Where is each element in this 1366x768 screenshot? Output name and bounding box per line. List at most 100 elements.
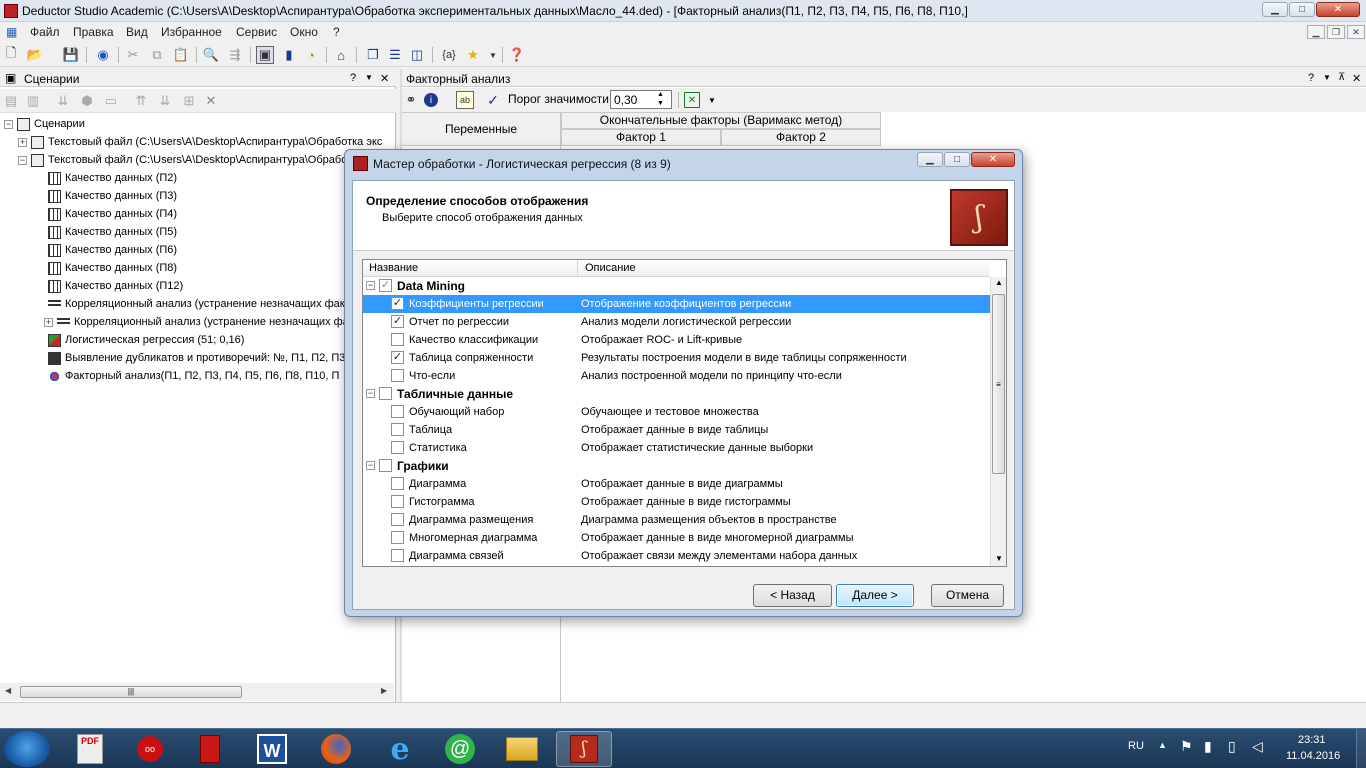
group-collapse-icon[interactable]: −	[366, 461, 375, 470]
list-item-row[interactable]: Качество классификации Отображает ROC- и …	[363, 331, 990, 349]
language-indicator[interactable]: RU	[1128, 740, 1144, 752]
row-checkbox[interactable]: ✓	[391, 315, 404, 328]
list-scroll-up-icon[interactable]: ▲	[995, 278, 1003, 287]
help-icon[interactable]: ❓	[508, 46, 526, 64]
row-checkbox[interactable]	[391, 477, 404, 490]
tree-item[interactable]: Качество данных (П5)	[4, 223, 392, 241]
group-icon[interactable]: ⊞	[180, 92, 198, 110]
list-scroll-thumb[interactable]: ≡	[992, 294, 1005, 474]
action-center-flag-icon[interactable]: ⚑	[1180, 738, 1193, 755]
pane-help-icon[interactable]: ?	[350, 72, 356, 84]
row-checkbox[interactable]	[391, 441, 404, 454]
tree-item[interactable]: + Текстовый файл (C:\Users\A\Desktop\Аспи…	[4, 133, 392, 151]
row-checkbox[interactable]: ✓	[391, 351, 404, 364]
apply-check-icon[interactable]: ✓	[484, 91, 502, 109]
clock-date[interactable]: 11.04.2016	[1286, 750, 1340, 762]
tree-item[interactable]: Качество данных (П4)	[4, 205, 392, 223]
wizard-icon[interactable]: ▤	[2, 92, 20, 110]
row-checkbox[interactable]	[391, 549, 404, 562]
threshold-spinner[interactable]: 0,30 ▲ ▼	[610, 90, 672, 109]
expand-icon[interactable]: +	[44, 317, 53, 327]
factor1-column-header[interactable]: Фактор 1	[561, 129, 721, 146]
list-item-row[interactable]: Обучающий набор Обучающее и тестовое множ…	[363, 403, 990, 421]
dialog-minimize-button[interactable]: ▁	[917, 152, 943, 167]
tray-expand-icon[interactable]: ▲	[1158, 740, 1167, 750]
firefox-taskbar-button[interactable]	[308, 731, 364, 767]
tile-horizontal-icon[interactable]: ☰	[386, 46, 404, 64]
scroll-right-icon[interactable]: ▶	[381, 686, 387, 695]
row-checkbox[interactable]	[379, 459, 392, 472]
tree-item[interactable]: − Сценарии	[4, 115, 392, 133]
red-app-taskbar-button[interactable]: oo	[122, 731, 178, 767]
next-button[interactable]: Далее >	[836, 584, 914, 607]
tree-item[interactable]: Качество данных (П2)	[4, 169, 392, 187]
deductor-taskbar-button[interactable]: ʃ	[556, 731, 612, 767]
dialog-close-button[interactable]: ✕	[971, 152, 1015, 167]
spinner-up-icon[interactable]: ▲	[657, 91, 664, 99]
text-format-icon[interactable]: ab	[456, 91, 474, 109]
volume-icon[interactable]: ◁	[1252, 738, 1263, 755]
close-button[interactable]: ✕	[1316, 2, 1360, 17]
run-node-icon[interactable]: ⇊	[54, 92, 72, 110]
list-item-row[interactable]: Многомерная диаграмма Отображает данные в…	[363, 529, 990, 547]
list-item-row[interactable]: ✓ Отчет по регрессии Анализ модели логисти…	[363, 313, 990, 331]
tree-item[interactable]: − Текстовый файл (C:\Users\A\Desktop\Аспи…	[4, 151, 392, 169]
explorer-taskbar-button[interactable]	[494, 731, 550, 767]
menu-edit[interactable]: Правка	[73, 25, 114, 39]
clock-time[interactable]: 23:31	[1298, 734, 1326, 746]
copy-icon[interactable]: ⧉	[148, 46, 166, 64]
column-description-header[interactable]: Описание	[585, 262, 636, 274]
home-icon[interactable]: ⌂	[332, 46, 350, 64]
list-item-row[interactable]: Диаграмма Отображает данные в виде диагра…	[363, 475, 990, 493]
row-checkbox[interactable]	[391, 369, 404, 382]
back-button[interactable]: < Назад	[753, 584, 832, 607]
word-taskbar-button[interactable]: W	[244, 731, 300, 767]
collapse-icon[interactable]: −	[4, 119, 13, 129]
cut-icon[interactable]: ✂	[124, 46, 142, 64]
factor-pane-menu-icon[interactable]: ▼	[1323, 73, 1331, 82]
threshold-value[interactable]: 0,30	[614, 93, 637, 107]
save-icon[interactable]: 💾	[62, 46, 80, 64]
factor2-column-header[interactable]: Фактор 2	[721, 129, 881, 146]
tree-node-icon[interactable]: ⬢	[78, 92, 96, 110]
row-checkbox[interactable]	[391, 531, 404, 544]
comment-icon[interactable]: ▭	[102, 92, 120, 110]
row-checkbox[interactable]	[391, 405, 404, 418]
mdi-close-button[interactable]: ✕	[1347, 25, 1365, 39]
collapse-icon[interactable]: −	[18, 155, 27, 165]
list-group-row[interactable]: − ✓ Data Mining	[363, 277, 990, 295]
spinner-down-icon[interactable]: ▼	[657, 100, 664, 108]
menu-favorites[interactable]: Избранное	[161, 25, 222, 39]
column-name-header[interactable]: Название	[369, 262, 418, 274]
tree-item[interactable]: Качество данных (П6)	[4, 241, 392, 259]
ie-taskbar-button[interactable]: e	[372, 731, 428, 767]
binoculars-icon[interactable]: ⚭	[402, 91, 420, 109]
list-scroll-down-icon[interactable]: ▼	[995, 554, 1003, 563]
expand-icon[interactable]: +	[18, 137, 27, 147]
find-next-icon[interactable]: ⇶	[226, 46, 244, 64]
excel-export-icon[interactable]: ✕	[684, 92, 700, 108]
group-collapse-icon[interactable]: −	[366, 281, 375, 290]
menu-service[interactable]: Сервис	[236, 25, 277, 39]
visualizer-icon[interactable]: ▮	[280, 46, 298, 64]
tree-item[interactable]: Качество данных (П12)	[4, 277, 392, 295]
find-icon[interactable]: 🔍	[202, 46, 220, 64]
menu-window[interactable]: Окно	[290, 25, 318, 39]
tree-item[interactable]: Качество данных (П8)	[4, 259, 392, 277]
tile-vertical-icon[interactable]: ◫	[408, 46, 426, 64]
move-up-icon[interactable]: ⇈	[132, 92, 150, 110]
power-icon[interactable]: ▯	[1228, 738, 1236, 755]
row-checkbox[interactable]: ✓	[379, 279, 392, 292]
variables-column-header[interactable]: Переменные	[401, 112, 561, 146]
row-checkbox[interactable]: ✓	[391, 297, 404, 310]
minimize-button[interactable]: ▁	[1262, 2, 1288, 17]
menu-help[interactable]: ?	[333, 25, 340, 39]
row-checkbox[interactable]	[391, 513, 404, 526]
timer-icon[interactable]: ◔	[302, 46, 320, 64]
tree-hscrollbar[interactable]: ◀ ||| ▶	[0, 683, 394, 701]
tree-item[interactable]: Факторный анализ(П1, П2, П3, П4, П5, П6,…	[4, 367, 392, 385]
pane-menu-icon[interactable]: ▼	[365, 73, 373, 82]
cancel-button[interactable]: Отмена	[931, 584, 1004, 607]
menu-view[interactable]: Вид	[126, 25, 148, 39]
factor-pane-help-icon[interactable]: ?	[1308, 72, 1314, 84]
